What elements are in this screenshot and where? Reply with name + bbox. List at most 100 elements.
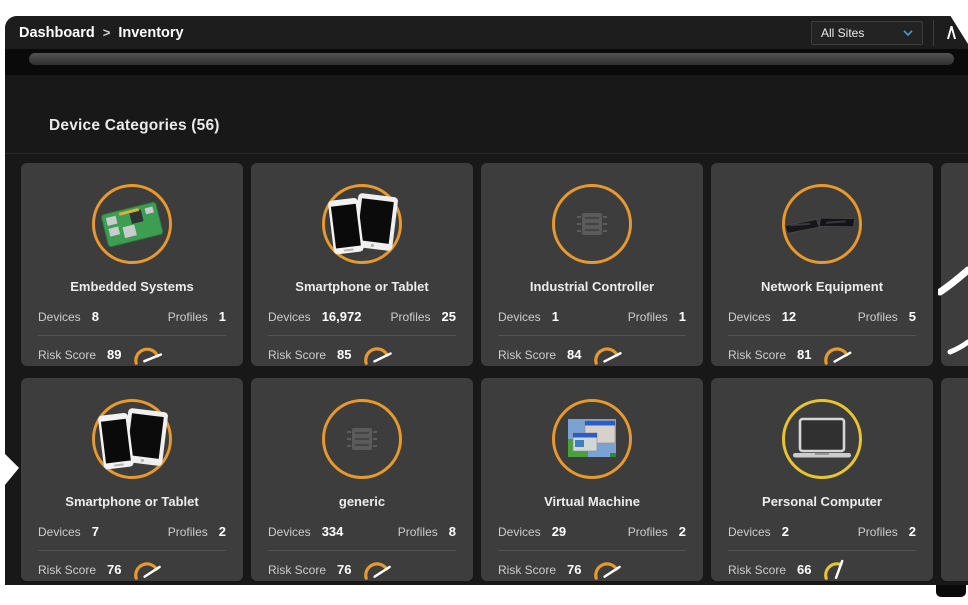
category-icon-ring	[782, 399, 862, 479]
risk-score-label: Risk Score	[728, 563, 786, 577]
horizontal-scrollbar-thumb[interactable]	[29, 53, 954, 65]
card-divider	[498, 550, 686, 551]
category-stats: Devices 29 Profiles 2	[498, 524, 686, 539]
device-category-card-partial	[941, 378, 968, 581]
category-icon-ring	[552, 184, 632, 264]
topbar-divider	[933, 20, 934, 46]
device-category-card[interactable]: Industrial Controller Devices 1 Profiles…	[481, 163, 703, 366]
profiles-count: 2	[909, 524, 916, 539]
risk-score-row: Risk Score 66	[728, 559, 916, 580]
devices-label: Devices	[498, 525, 541, 539]
device-category-card[interactable]: Smartphone or Tablet Devices 16,972 Prof…	[251, 163, 473, 366]
category-stats: Devices 1 Profiles 1	[498, 309, 686, 324]
profiles-label: Profiles	[168, 525, 208, 539]
clipped-control	[947, 26, 956, 39]
profiles-label: Profiles	[398, 525, 438, 539]
risk-score-row: Risk Score 76	[498, 559, 686, 580]
risk-score-value: 85	[337, 347, 351, 362]
category-icon-ring	[92, 184, 172, 264]
risk-score-row: Risk Score 76	[38, 559, 226, 580]
risk-gauge-icon	[821, 559, 853, 580]
risk-score-row: Risk Score 81	[728, 344, 916, 365]
card-divider	[268, 550, 456, 551]
category-icon-ring	[322, 184, 402, 264]
devices-count: 12	[782, 309, 796, 324]
category-name: Smartphone or Tablet	[21, 494, 243, 509]
card-divider	[728, 335, 916, 336]
risk-score-row: Risk Score 85	[268, 344, 456, 365]
risk-gauge-icon	[361, 344, 393, 365]
devices-count: 2	[782, 524, 789, 539]
risk-score-label: Risk Score	[268, 563, 326, 577]
breadcrumb-separator: >	[103, 25, 111, 40]
category-stats: Devices 16,972 Profiles 25	[268, 309, 456, 324]
topbar-controls: All Sites	[811, 16, 958, 49]
device-category-card[interactable]: Virtual Machine Devices 29 Profiles 2 Ri…	[481, 378, 703, 581]
device-category-card[interactable]: generic Devices 334 Profiles 8 Risk Scor…	[251, 378, 473, 581]
smartphone-tablet-icon	[325, 192, 399, 256]
risk-score-value: 66	[797, 562, 811, 577]
inventory-content: Device Categories (56) Embedded Systems …	[5, 75, 968, 585]
breadcrumb-inventory[interactable]: Inventory	[118, 25, 183, 41]
card-divider	[498, 335, 686, 336]
profiles-label: Profiles	[628, 310, 668, 324]
risk-score-label: Risk Score	[498, 563, 556, 577]
risk-gauge-icon	[591, 344, 623, 365]
devices-count: 29	[552, 524, 566, 539]
site-selector-value: All Sites	[821, 26, 864, 40]
top-navigation-bar: Dashboard > Inventory All Sites	[5, 16, 968, 49]
category-name: Network Equipment	[711, 279, 933, 294]
profiles-count: 1	[219, 309, 226, 324]
breadcrumb: Dashboard > Inventory	[19, 25, 184, 41]
window-bottom-notch	[936, 585, 966, 597]
device-category-card-partial	[941, 163, 968, 366]
category-stats: Devices 334 Profiles 8	[268, 524, 456, 539]
devices-count: 334	[322, 524, 344, 539]
risk-gauge-icon	[591, 559, 623, 580]
card-divider	[38, 550, 226, 551]
risk-score-value: 76	[107, 562, 121, 577]
risk-gauge-icon	[131, 559, 163, 580]
devices-label: Devices	[268, 525, 311, 539]
device-category-card[interactable]: Network Equipment Devices 12 Profiles 5 …	[711, 163, 933, 366]
risk-score-row: Risk Score 89	[38, 344, 226, 365]
category-name: Embedded Systems	[21, 279, 243, 294]
profiles-label: Profiles	[858, 310, 898, 324]
risk-score-label: Risk Score	[268, 348, 326, 362]
device-category-card[interactable]: Smartphone or Tablet Devices 7 Profiles …	[21, 378, 243, 581]
category-stats: Devices 7 Profiles 2	[38, 524, 226, 539]
risk-score-value: 76	[567, 562, 581, 577]
risk-score-row: Risk Score 84	[498, 344, 686, 365]
devices-label: Devices	[268, 310, 311, 324]
profiles-count: 1	[679, 309, 686, 324]
devices-label: Devices	[728, 310, 771, 324]
devices-count: 16,972	[322, 309, 362, 324]
app-window: Dashboard > Inventory All Sites Device C…	[5, 16, 968, 585]
device-category-card[interactable]: Personal Computer Devices 2 Profiles 2 R…	[711, 378, 933, 581]
category-icon-ring	[782, 184, 862, 264]
network-devices-icon	[780, 209, 864, 239]
laptop-icon	[788, 416, 856, 462]
site-selector-dropdown[interactable]: All Sites	[811, 21, 923, 45]
risk-score-value: 81	[797, 347, 811, 362]
risk-score-label: Risk Score	[498, 348, 556, 362]
device-category-card[interactable]: Embedded Systems Devices 8 Profiles 1 Ri…	[21, 163, 243, 366]
devices-count: 1	[552, 309, 559, 324]
category-stats: Devices 12 Profiles 5	[728, 309, 916, 324]
category-icon-ring	[92, 399, 172, 479]
devices-count: 7	[92, 524, 99, 539]
smartphone-tablet-icon	[95, 407, 169, 471]
embedded-board-icon	[97, 199, 167, 249]
category-icon-ring	[322, 399, 402, 479]
category-name: generic	[251, 494, 473, 509]
risk-score-row: Risk Score 76	[268, 559, 456, 580]
profiles-label: Profiles	[628, 525, 668, 539]
breadcrumb-dashboard[interactable]: Dashboard	[19, 25, 95, 41]
devices-count: 8	[92, 309, 99, 324]
virtual-machine-icon	[566, 418, 618, 460]
risk-score-value: 76	[337, 562, 351, 577]
devices-label: Devices	[728, 525, 771, 539]
risk-score-label: Risk Score	[38, 348, 96, 362]
profiles-count: 5	[909, 309, 916, 324]
category-stats: Devices 8 Profiles 1	[38, 309, 226, 324]
